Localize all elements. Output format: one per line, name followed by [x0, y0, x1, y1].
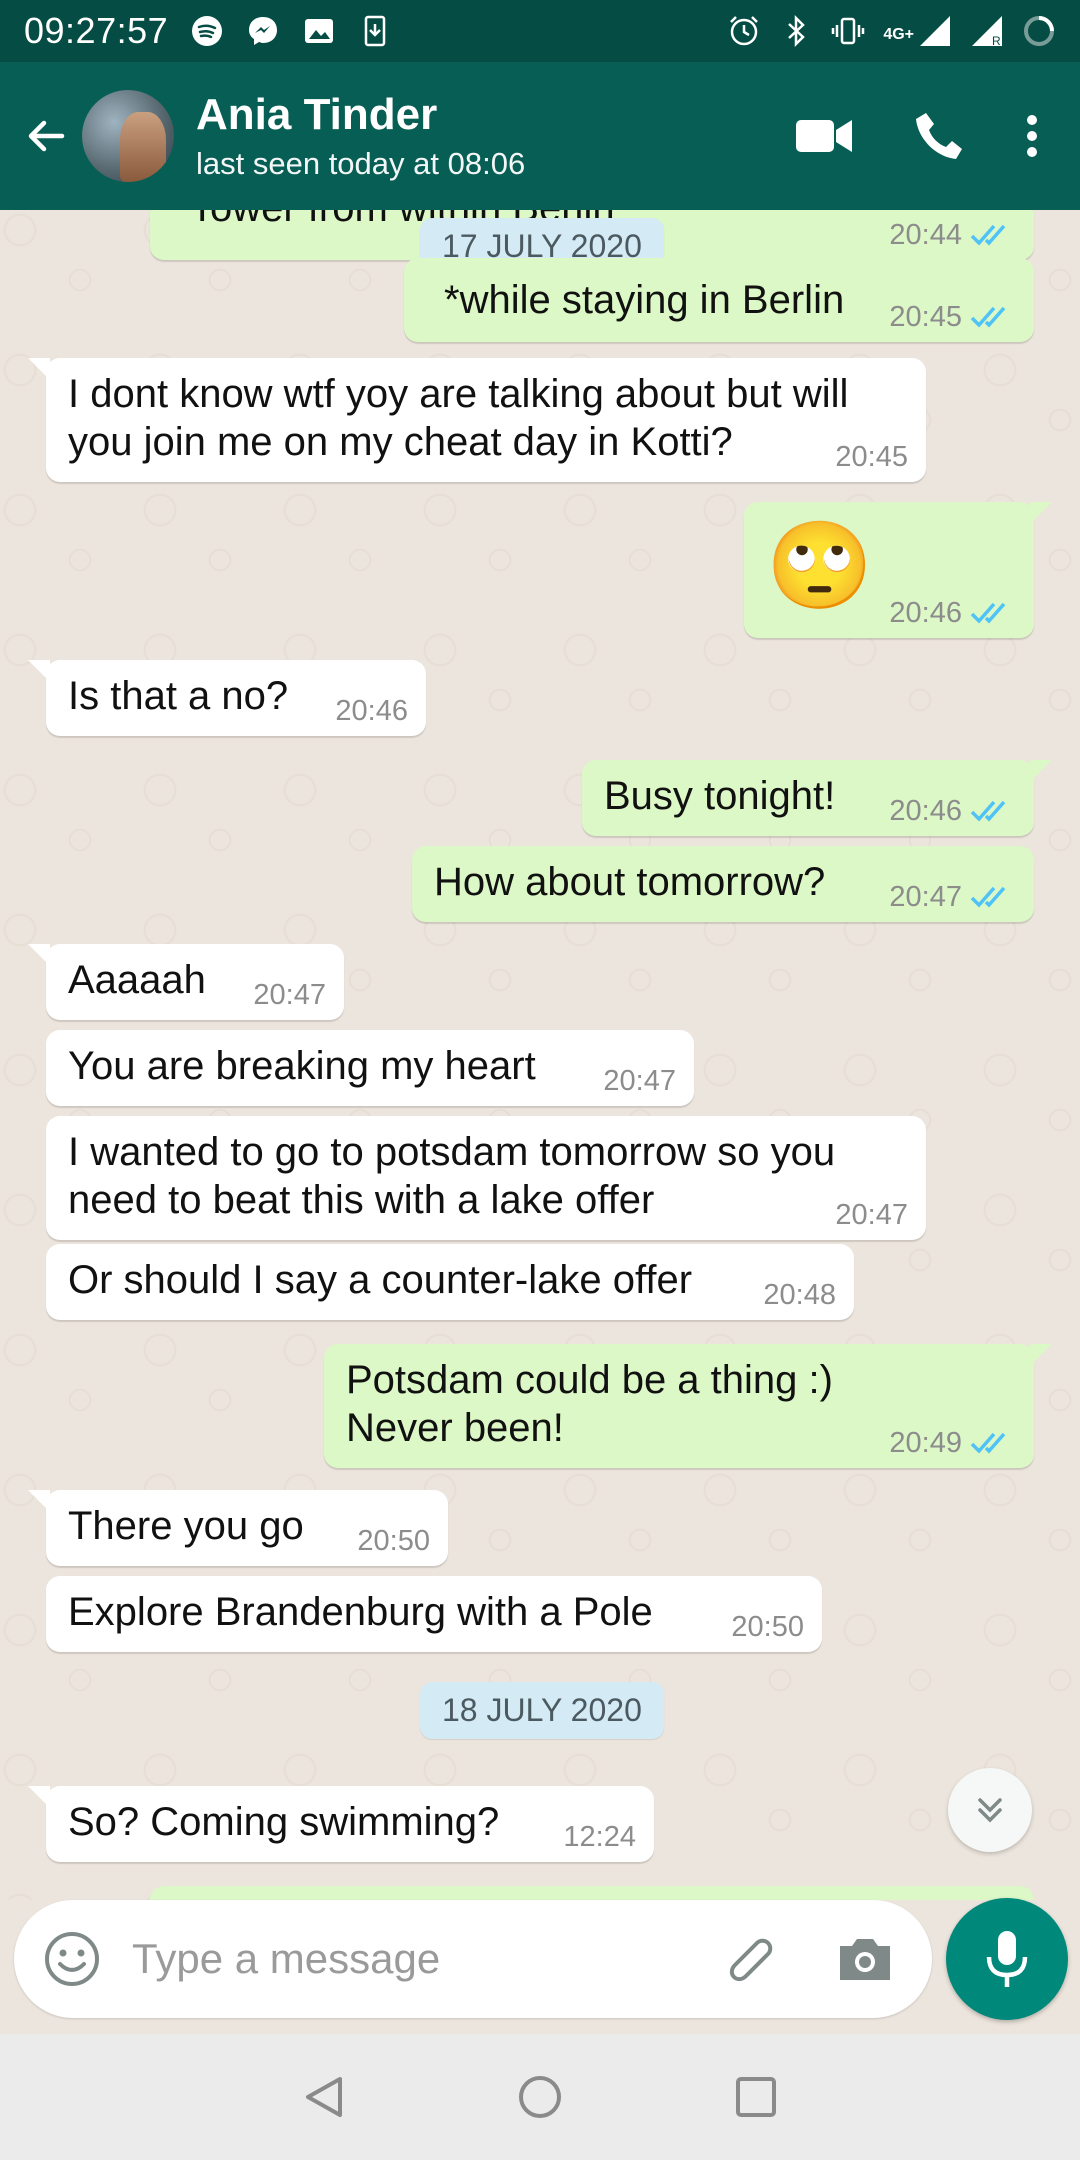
- bluetooth-icon: [788, 14, 806, 48]
- message-text: Is that a no?: [68, 674, 289, 718]
- message-outgoing[interactable]: How about tomorrow? 20:47: [412, 846, 1034, 922]
- message-text: So? Coming swimming?: [68, 1800, 500, 1844]
- message-emoji: 🙄: [766, 518, 874, 614]
- message-input-placeholder: Type a message: [132, 1935, 441, 1982]
- spotify-icon: [192, 16, 223, 46]
- contact-name: Ania Tinder: [196, 90, 438, 139]
- message-time: 20:49: [889, 1427, 962, 1459]
- arrow-left-icon: [28, 120, 65, 152]
- message-outgoing[interactable]: Busy tonight! 20:46: [582, 760, 1052, 836]
- attachment-icon[interactable]: [720, 1928, 782, 1990]
- message-text: You are breaking my heart: [68, 1044, 536, 1088]
- read-receipt-icon: [970, 1432, 1006, 1454]
- double-chevron-down-icon: [978, 1798, 1002, 1823]
- message-text: How about tomorrow?: [434, 860, 826, 904]
- nav-back-icon[interactable]: [302, 2073, 346, 2121]
- status-time: 09:27:57: [24, 10, 169, 51]
- message-time: 20:45: [835, 441, 908, 473]
- message-incoming[interactable]: Explore Brandenburg with a Pole 20:50: [46, 1576, 822, 1652]
- emoji-icon[interactable]: [42, 1929, 102, 1989]
- message-outgoing[interactable]: *while staying in Berlin 20:45: [404, 258, 1034, 342]
- message-time: 20:46: [889, 597, 962, 629]
- read-receipt-icon: [970, 886, 1006, 908]
- message-time: 12:24: [563, 1821, 636, 1853]
- message-text: *while staying in Berlin: [444, 278, 845, 322]
- message-time: 20:50: [357, 1525, 430, 1557]
- last-seen: last seen today at 08:06: [196, 146, 526, 181]
- avatar[interactable]: [82, 90, 174, 182]
- microphone-icon: [986, 1931, 1028, 1987]
- message-time: 20:47: [603, 1065, 676, 1097]
- message-incoming[interactable]: Is that a no? 20:46: [28, 660, 426, 736]
- messenger-icon: [249, 17, 278, 45]
- download-icon: [364, 15, 386, 47]
- message-input[interactable]: Type a message: [14, 1900, 932, 2018]
- network-type: 4G+: [883, 26, 914, 43]
- system-navigation-bar: [0, 2034, 1080, 2160]
- message-text: I wanted to go to potsdam tomorrow so yo…: [68, 1130, 836, 1222]
- message-text: Or should I say a counter-lake offer: [68, 1258, 693, 1302]
- more-vertical-icon[interactable]: [1024, 112, 1040, 160]
- chat-header: Ania Tinder last seen today at 08:06: [0, 62, 1080, 210]
- message-text: There you go: [68, 1504, 304, 1548]
- message-text: Aaaaah: [68, 958, 206, 1002]
- read-receipt-icon: [970, 306, 1006, 328]
- read-receipt-icon: [970, 602, 1006, 624]
- message-time: 20:50: [731, 1611, 804, 1643]
- message-text: Busy tonight!: [604, 774, 836, 818]
- message-incoming[interactable]: I dont know wtf yoy are talking about bu…: [28, 358, 926, 482]
- video-call-icon[interactable]: [794, 114, 854, 158]
- gallery-icon: [305, 19, 334, 43]
- message-time: 20:46: [335, 695, 408, 727]
- read-receipt-icon: [970, 224, 1006, 246]
- message-time: 20:45: [889, 301, 962, 333]
- message-text: Potsdam could be a thing :) Never been!: [346, 1358, 833, 1450]
- message-incoming[interactable]: You are breaking my heart 20:47: [46, 1030, 694, 1106]
- phone-icon[interactable]: [912, 109, 966, 163]
- message-incoming[interactable]: So? Coming swimming? 12:24: [28, 1786, 654, 1862]
- message-incoming[interactable]: Or should I say a counter-lake offer 20:…: [46, 1244, 854, 1320]
- message-incoming[interactable]: I wanted to go to potsdam tomorrow so yo…: [46, 1116, 926, 1240]
- vibrate-icon: [832, 17, 865, 45]
- date-divider: 18 JULY 2020: [420, 1682, 664, 1739]
- message-time: 20:48: [763, 1279, 836, 1311]
- chat-area[interactable]: Tower from within Berlin 20:44 17 JULY 2…: [0, 210, 1080, 1900]
- message-outgoing[interactable]: 🙄 20:46: [744, 502, 1052, 638]
- message-time: 20:47: [835, 1199, 908, 1231]
- message-incoming[interactable]: Aaaaah 20:47: [28, 944, 344, 1020]
- nav-home-icon[interactable]: [516, 2073, 564, 2121]
- message-outgoing-partial: [150, 1886, 1034, 1900]
- message-text: I dont know wtf yoy are talking about bu…: [68, 372, 849, 464]
- contact-info[interactable]: Ania Tinder last seen today at 08:06: [196, 90, 525, 182]
- status-bar: 09:27:57 4G+ R: [0, 0, 1080, 62]
- camera-icon[interactable]: [834, 1928, 896, 1990]
- voice-record-button[interactable]: [946, 1898, 1068, 2020]
- message-outgoing[interactable]: Potsdam could be a thing :) Never been! …: [324, 1344, 1052, 1468]
- mobile-signal-icon: [920, 16, 950, 46]
- alarm-icon: [730, 16, 759, 46]
- composer: Type a message: [0, 1898, 1080, 2030]
- scroll-to-bottom-button[interactable]: [948, 1768, 1032, 1852]
- message-time: 20:46: [889, 795, 962, 827]
- back-button[interactable]: [10, 100, 82, 172]
- message-time: 20:44: [889, 219, 962, 251]
- battery-icon: [1024, 16, 1054, 46]
- message-text: Explore Brandenburg with a Pole: [68, 1590, 653, 1634]
- nav-recents-icon[interactable]: [734, 2075, 778, 2119]
- svg-text:R: R: [992, 34, 1001, 48]
- signal-icon: R: [972, 16, 1002, 48]
- message-time: 20:47: [253, 979, 326, 1011]
- message-time: 20:47: [889, 881, 962, 913]
- read-receipt-icon: [970, 800, 1006, 822]
- message-incoming[interactable]: There you go 20:50: [28, 1490, 448, 1566]
